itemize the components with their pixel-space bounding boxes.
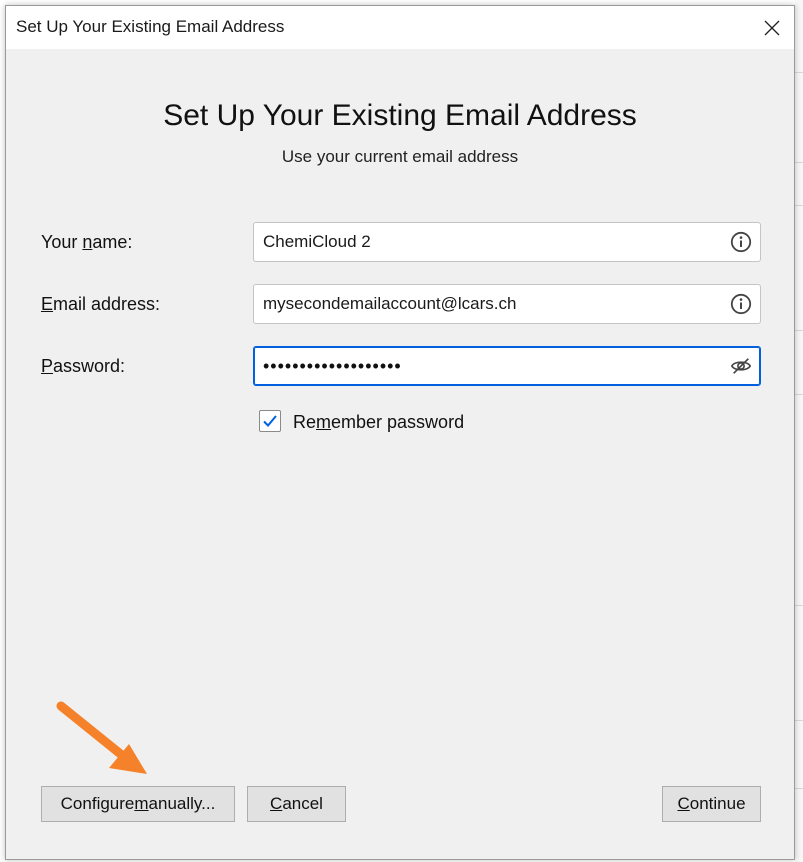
- background-divider: [795, 162, 803, 163]
- info-icon[interactable]: [730, 231, 752, 253]
- setup-email-dialog: Set Up Your Existing Email Address Set U…: [5, 5, 795, 860]
- dialog-title: Set Up Your Existing Email Address: [16, 17, 285, 36]
- name-field[interactable]: [253, 222, 761, 262]
- close-button[interactable]: [756, 12, 788, 44]
- eye-slash-icon[interactable]: [730, 355, 752, 377]
- background-divider: [795, 394, 803, 395]
- background-divider: [795, 330, 803, 331]
- dialog-titlebar: Set Up Your Existing Email Address: [6, 6, 794, 49]
- checkmark-icon: [263, 415, 277, 427]
- close-icon: [764, 20, 780, 36]
- password-input[interactable]: •••••••••••••••••••: [263, 356, 402, 377]
- email-input[interactable]: [263, 285, 713, 323]
- background-window-right: [795, 0, 803, 862]
- remember-password-label: Remember password: [293, 412, 465, 432]
- email-label: Email address:: [41, 294, 161, 314]
- password-field[interactable]: •••••••••••••••••••: [253, 346, 761, 386]
- page-subheading: Use your current email address: [281, 147, 519, 166]
- name-input[interactable]: [263, 223, 713, 261]
- background-divider: [795, 605, 803, 606]
- cancel-button[interactable]: Cancel: [247, 786, 346, 822]
- email-field[interactable]: [253, 284, 761, 324]
- orange-arrow-annotation: [56, 701, 147, 774]
- background-divider: [795, 205, 803, 206]
- configure-manually-button[interactable]: Configure m anually...: [41, 786, 235, 822]
- password-label: Password:: [41, 356, 126, 376]
- remember-password-checkbox[interactable]: [259, 410, 281, 432]
- name-label: Your name:: [41, 232, 133, 252]
- page-heading: Set Up Your Existing Email Address: [163, 99, 637, 132]
- background-divider: [795, 72, 803, 73]
- info-icon[interactable]: [730, 293, 752, 315]
- background-divider: [795, 788, 803, 789]
- background-divider: [795, 720, 803, 721]
- continue-button[interactable]: Continue: [662, 786, 761, 822]
